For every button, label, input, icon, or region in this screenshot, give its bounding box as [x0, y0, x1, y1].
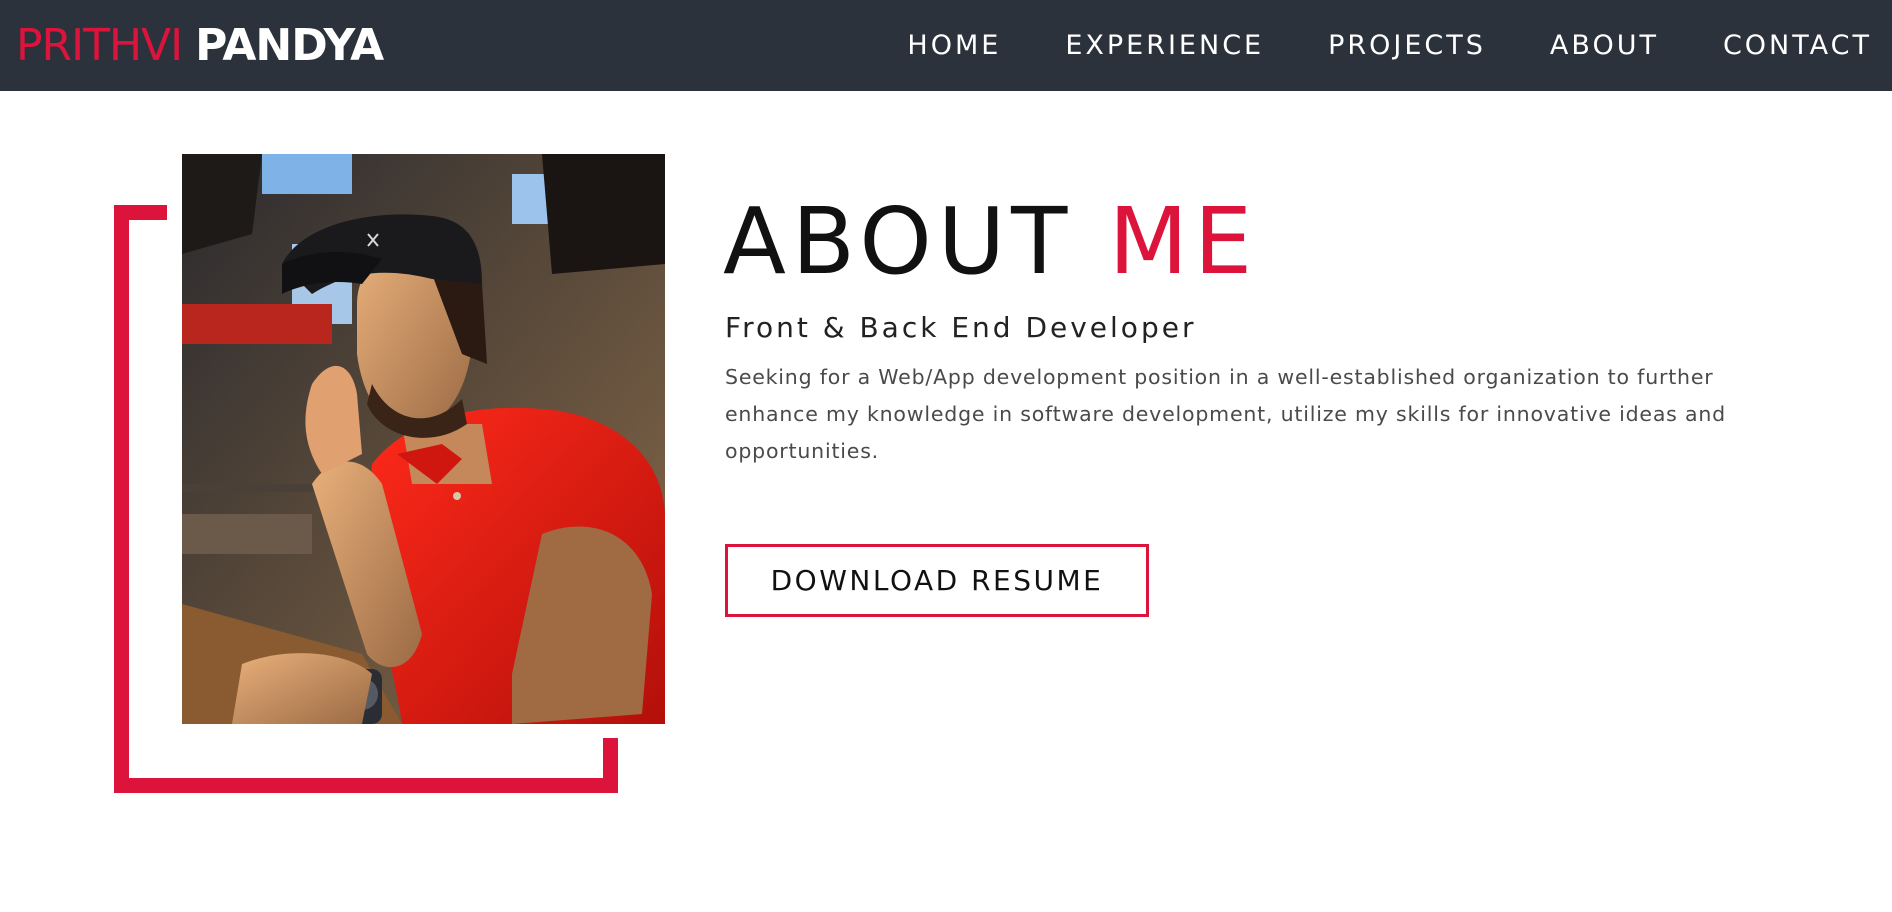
nav-experience[interactable]: EXPERIENCE — [1065, 28, 1264, 64]
about-heading: ABOUT ME — [723, 188, 1258, 296]
nav-about[interactable]: ABOUT — [1550, 28, 1659, 64]
nav-menu: HOME EXPERIENCE PROJECTS ABOUT CONTACT — [843, 28, 1872, 64]
role-subtitle: Front & Back End Developer — [725, 311, 1197, 344]
about-description: Seeking for a Web/App development positi… — [725, 365, 1726, 463]
logo-first-name: PRITHVI — [16, 20, 183, 71]
nav-home[interactable]: HOME — [907, 28, 1001, 64]
heading-main: ABOUT — [723, 188, 1074, 295]
nav-contact[interactable]: CONTACT — [1723, 28, 1872, 64]
logo-last-name: PANDYA — [195, 20, 384, 71]
frame-bracket-left — [114, 205, 129, 793]
frame-bracket-right — [603, 738, 618, 793]
navbar: PRITHVI PANDYA HOME EXPERIENCE PROJECTS … — [0, 0, 1892, 91]
download-resume-button[interactable]: DOWNLOAD RESUME — [725, 544, 1149, 617]
profile-photo — [182, 154, 665, 724]
heading-accent: ME — [1108, 188, 1259, 295]
frame-bracket-bottom — [114, 778, 618, 793]
nav-projects[interactable]: PROJECTS — [1328, 28, 1486, 64]
site-logo[interactable]: PRITHVI PANDYA — [16, 20, 384, 72]
